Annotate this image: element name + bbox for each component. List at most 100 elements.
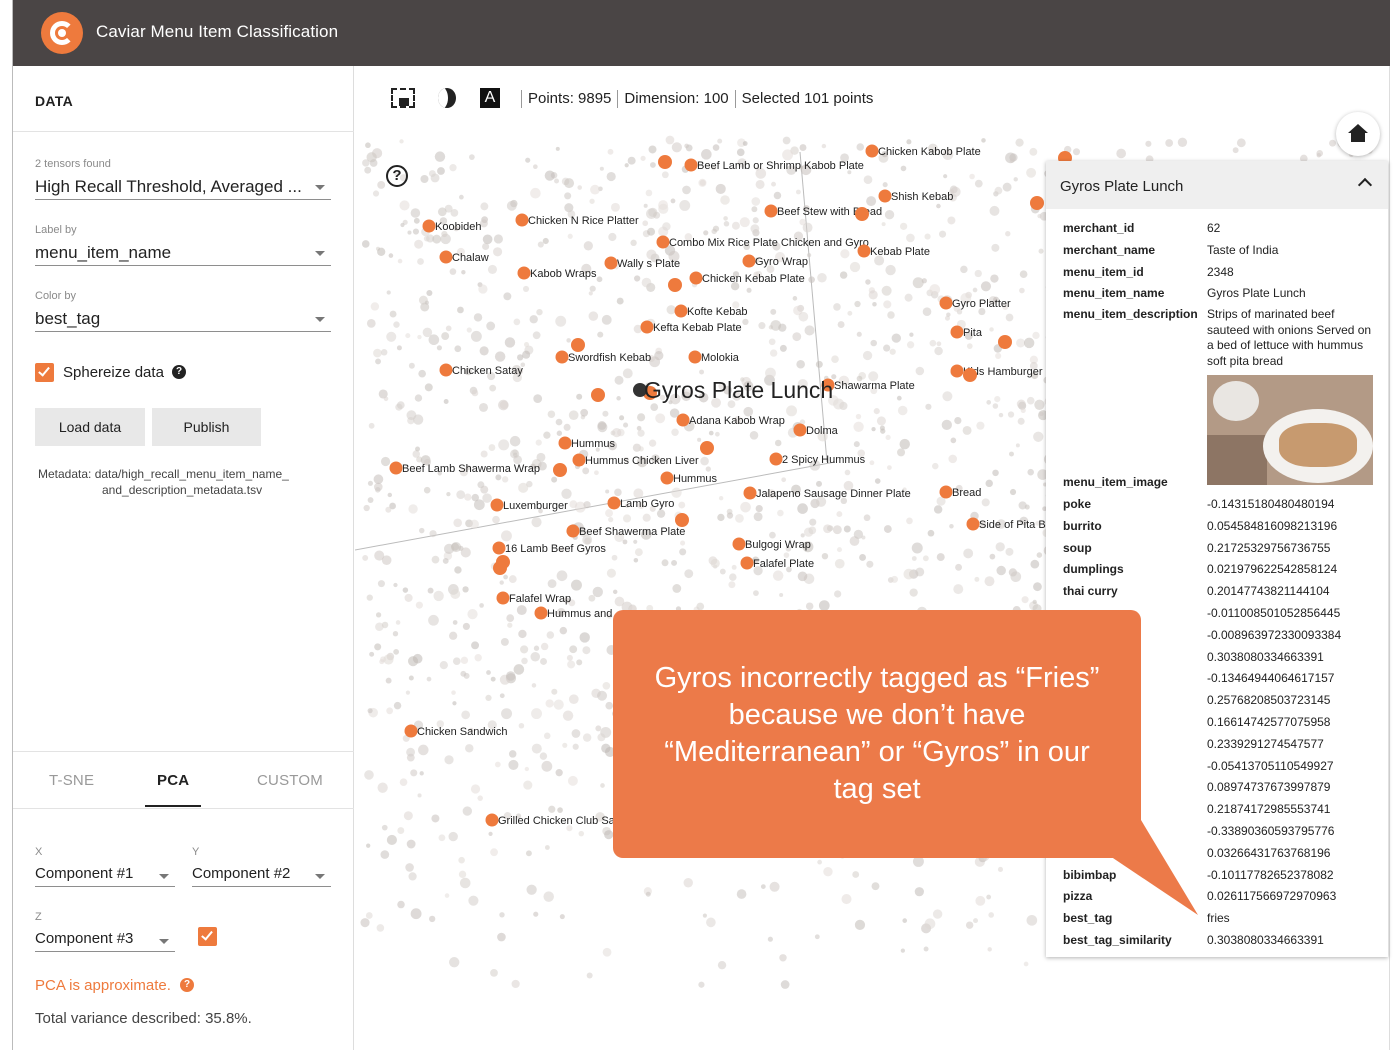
data-point[interactable]: [746, 287, 752, 293]
data-point[interactable]: [365, 142, 371, 149]
data-point[interactable]: [989, 553, 996, 560]
data-point[interactable]: [751, 197, 761, 206]
data-point[interactable]: [479, 402, 488, 412]
data-point[interactable]: [634, 548, 643, 557]
data-point[interactable]: [656, 509, 666, 518]
data-point[interactable]: [504, 337, 516, 348]
data-point[interactable]: [955, 563, 963, 571]
data-point[interactable]: [408, 675, 414, 681]
data-point[interactable]: [490, 969, 498, 977]
data-point[interactable]: [904, 293, 913, 302]
data-point[interactable]: [954, 416, 962, 425]
tab-pca[interactable]: PCA: [157, 772, 189, 789]
selected-point[interactable]: [689, 271, 703, 285]
data-point[interactable]: [431, 814, 440, 823]
data-point[interactable]: [364, 166, 372, 174]
label-icon[interactable]: A: [480, 88, 500, 108]
data-point[interactable]: [890, 575, 899, 583]
data-point[interactable]: [465, 744, 474, 753]
data-point[interactable]: [909, 332, 914, 337]
data-point[interactable]: [849, 261, 861, 273]
data-point[interactable]: [486, 321, 496, 331]
data-point[interactable]: [576, 393, 583, 400]
data-point[interactable]: [362, 159, 370, 167]
data-point[interactable]: [797, 571, 808, 582]
data-point[interactable]: [395, 620, 401, 625]
data-point[interactable]: [1165, 139, 1174, 147]
z-component-select[interactable]: Component #3: [35, 928, 175, 952]
data-point[interactable]: [471, 493, 480, 502]
data-point[interactable]: [874, 478, 881, 484]
data-point[interactable]: [510, 449, 520, 459]
data-point[interactable]: [543, 431, 551, 439]
data-point[interactable]: [821, 143, 827, 149]
data-point[interactable]: [420, 174, 429, 184]
data-point[interactable]: [594, 470, 599, 476]
data-point[interactable]: [980, 281, 992, 292]
data-point[interactable]: [936, 203, 941, 209]
data-point[interactable]: [508, 750, 517, 758]
data-point[interactable]: [960, 265, 968, 274]
data-point[interactable]: [418, 369, 426, 378]
data-point[interactable]: [679, 548, 687, 556]
data-point[interactable]: [939, 230, 947, 238]
data-point[interactable]: [871, 426, 876, 432]
data-point[interactable]: [684, 569, 694, 579]
data-point[interactable]: [516, 605, 527, 616]
data-point[interactable]: [533, 394, 543, 404]
data-point[interactable]: [633, 558, 639, 563]
selected-point[interactable]: [591, 388, 605, 402]
data-point[interactable]: [884, 210, 895, 220]
selected-point[interactable]: [658, 155, 672, 169]
data-point[interactable]: [997, 866, 1004, 872]
selected-point[interactable]: [939, 296, 953, 310]
data-point[interactable]: [839, 271, 848, 279]
data-point[interactable]: [539, 752, 548, 760]
data-point[interactable]: [376, 924, 385, 932]
data-point[interactable]: [389, 310, 397, 318]
data-point[interactable]: [501, 530, 512, 542]
data-point[interactable]: [426, 676, 432, 682]
data-point[interactable]: [589, 198, 595, 204]
data-point[interactable]: [373, 474, 384, 485]
data-point[interactable]: [366, 843, 371, 848]
data-point[interactable]: [792, 296, 798, 301]
data-point[interactable]: [381, 824, 388, 831]
data-point[interactable]: [817, 272, 827, 283]
data-point[interactable]: [369, 651, 375, 657]
data-point[interactable]: [477, 795, 483, 801]
data-point[interactable]: [1316, 150, 1324, 157]
data-point[interactable]: [444, 893, 450, 898]
data-point[interactable]: [492, 515, 500, 524]
data-point[interactable]: [559, 914, 565, 920]
data-point[interactable]: [597, 331, 604, 338]
data-point[interactable]: [582, 646, 591, 655]
data-point[interactable]: [873, 408, 880, 415]
data-point[interactable]: [478, 284, 488, 294]
data-point[interactable]: [974, 179, 983, 188]
data-point[interactable]: [413, 217, 420, 224]
load-data-button[interactable]: Load data: [35, 408, 145, 446]
data-point[interactable]: [976, 421, 985, 430]
data-point[interactable]: [624, 163, 629, 168]
data-point[interactable]: [832, 525, 842, 535]
data-point[interactable]: [924, 233, 931, 240]
data-point[interactable]: [588, 291, 593, 296]
data-point[interactable]: [380, 349, 388, 356]
data-point[interactable]: [1177, 137, 1188, 147]
data-point[interactable]: [444, 755, 454, 765]
data-point[interactable]: [564, 192, 572, 200]
data-point[interactable]: [523, 780, 533, 790]
data-point[interactable]: [831, 355, 839, 364]
data-point[interactable]: [452, 657, 461, 666]
selected-point[interactable]: [684, 158, 698, 172]
publish-button[interactable]: Publish: [152, 408, 261, 446]
data-point[interactable]: [780, 980, 790, 989]
data-point[interactable]: [537, 241, 544, 248]
data-point[interactable]: [570, 579, 582, 591]
data-point[interactable]: [586, 972, 593, 979]
selected-point[interactable]: [855, 207, 869, 221]
data-point[interactable]: [809, 518, 817, 526]
data-point[interactable]: [405, 690, 411, 695]
data-point[interactable]: [665, 135, 675, 145]
